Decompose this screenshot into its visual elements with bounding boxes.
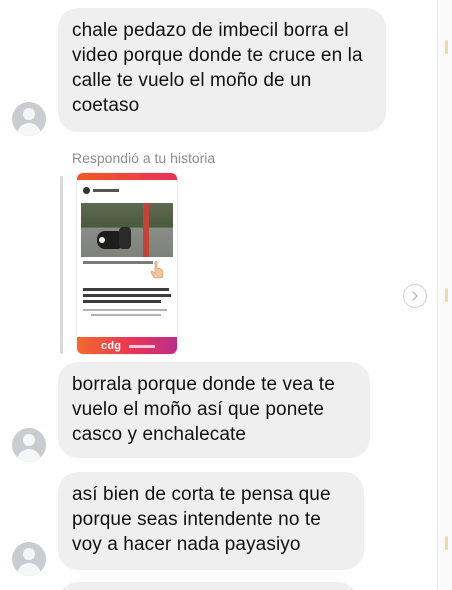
message-text: borrala porque donde te vea te vuelo el … <box>72 374 335 445</box>
next-message-bubble-peek <box>58 582 358 590</box>
message-bubble[interactable]: así bien de corta te pensa que porque se… <box>58 472 364 570</box>
message-text: así bien de corta te pensa que porque se… <box>72 484 331 555</box>
pointing-hand-icon <box>150 261 164 279</box>
sender-avatar[interactable] <box>12 102 46 136</box>
dm-conversation-screen: chale pedazo de imbecil borra el video p… <box>0 0 452 590</box>
story-text-line <box>91 314 161 316</box>
story-footer-band: cdg <box>77 337 177 354</box>
story-text-line <box>83 294 171 297</box>
message-bubble[interactable]: borrala porque donde te vea te vuelo el … <box>58 362 370 458</box>
story-account-row <box>83 187 119 194</box>
story-text-line <box>83 300 161 303</box>
story-account-avatar <box>83 187 90 194</box>
story-logo: cdg <box>101 340 122 352</box>
rail-indicator <box>445 40 448 54</box>
chevron-right-icon[interactable] <box>403 284 427 308</box>
sender-avatar[interactable] <box>12 542 46 576</box>
message-text: chale pedazo de imbecil borra el video p… <box>72 20 363 116</box>
story-photo <box>81 203 173 257</box>
story-text-line <box>83 309 167 311</box>
message-bubble[interactable]: chale pedazo de imbecil borra el video p… <box>58 8 386 132</box>
right-side-panel-edge <box>437 0 452 590</box>
reply-quote-bar <box>60 176 63 354</box>
sender-avatar[interactable] <box>12 428 46 462</box>
story-caption <box>83 261 153 264</box>
rail-indicator <box>445 288 448 302</box>
story-account-name <box>93 189 119 192</box>
story-text-line <box>83 288 169 291</box>
rail-indicator <box>445 536 448 550</box>
story-header-band <box>77 173 177 180</box>
story-preview-card[interactable]: cdg <box>77 173 177 354</box>
story-logo-tagline <box>129 345 155 348</box>
story-reply-label: Respondió a tu historia <box>72 150 216 166</box>
